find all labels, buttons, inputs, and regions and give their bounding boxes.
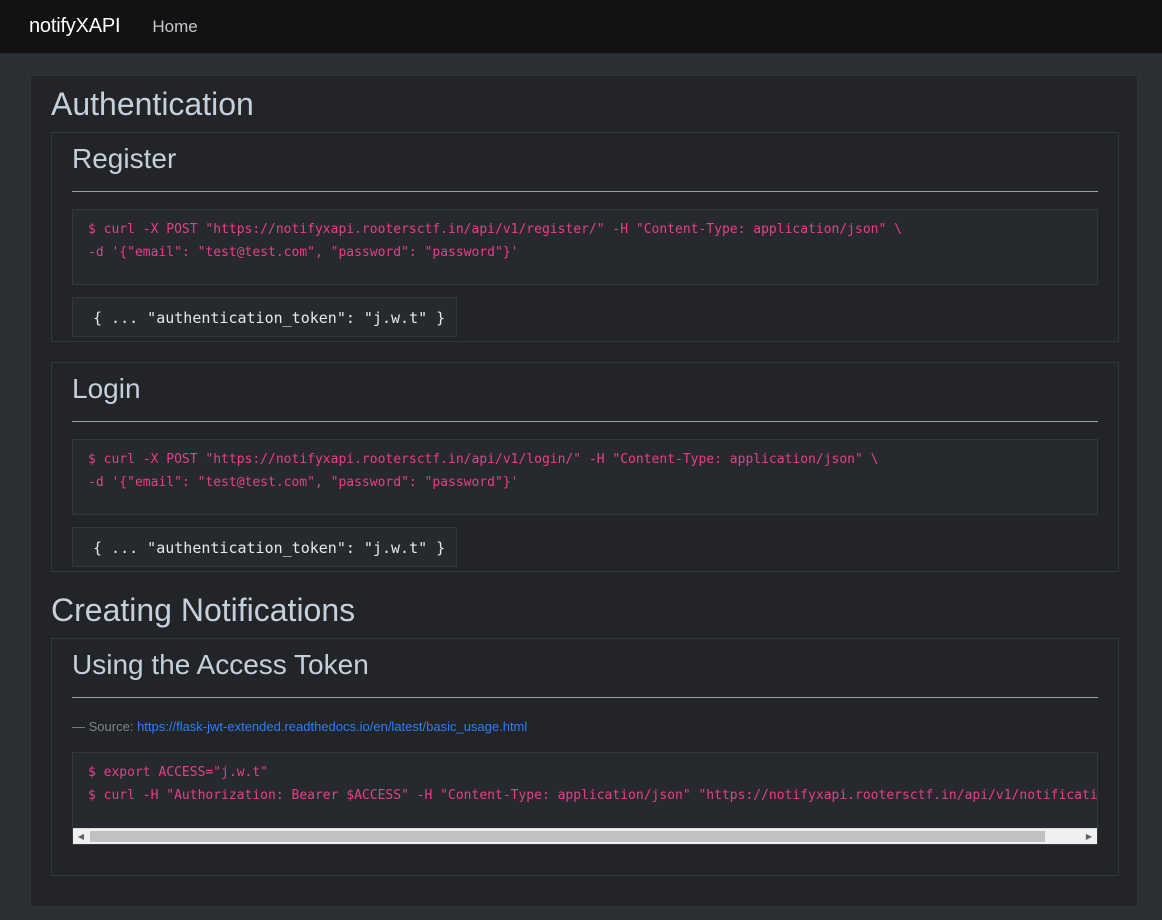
- login-title: Login: [72, 373, 141, 404]
- scroll-left-icon[interactable]: ◀: [73, 829, 89, 844]
- source-link[interactable]: https://flask-jwt-extended.readthedocs.i…: [137, 719, 527, 734]
- main-container: Authentication Register $ curl -X POST "…: [30, 75, 1138, 907]
- access-token-code-block[interactable]: $ export ACCESS="j.w.t" $ curl -H "Author…: [72, 752, 1098, 845]
- login-card: Login $ curl -X POST "https://notifyxapi…: [51, 362, 1119, 572]
- access-token-divider: [72, 697, 1098, 698]
- creating-notifications-heading: Creating Notifications: [51, 592, 356, 628]
- register-code-block[interactable]: $ curl -X POST "https://notifyxapi.roote…: [72, 209, 1098, 285]
- login-code-line: $ curl -X POST "https://notifyxapi.roote…: [88, 452, 879, 467]
- source-dash: —: [72, 719, 85, 734]
- authentication-heading: Authentication: [51, 86, 254, 122]
- register-response: { ... "authentication_token": "j.w.t" }: [72, 297, 457, 337]
- horizontal-scrollbar[interactable]: ◀ ▶: [73, 828, 1097, 844]
- register-title: Register: [72, 143, 177, 174]
- access-token-card: Using the Access Token — Source: https:/…: [51, 638, 1119, 876]
- register-code-line: $ curl -X POST "https://notifyxapi.roote…: [88, 222, 902, 237]
- access-code-line: $ export ACCESS="j.w.t": [88, 765, 269, 780]
- navbar: notifyXAPI Home: [0, 0, 1162, 54]
- login-code-block[interactable]: $ curl -X POST "https://notifyxapi.roote…: [72, 439, 1098, 515]
- brand-link[interactable]: notifyXAPI: [29, 15, 121, 38]
- access-token-title: Using the Access Token: [72, 649, 369, 680]
- access-code-line: $ curl -H "Authorization: Bearer $ACCESS…: [88, 788, 1098, 803]
- nav-home-link[interactable]: Home: [152, 17, 197, 37]
- register-card: Register $ curl -X POST "https://notifyx…: [51, 132, 1119, 342]
- login-divider: [72, 421, 1098, 422]
- login-code-line: -d '{"email": "test@test.com", "password…: [88, 475, 519, 490]
- register-code-line: -d '{"email": "test@test.com", "password…: [88, 245, 519, 260]
- source-label: Source:: [88, 719, 134, 734]
- source-citation: — Source: https://flask-jwt-extended.rea…: [72, 719, 527, 734]
- scrollbar-thumb[interactable]: [90, 831, 1045, 842]
- register-divider: [72, 191, 1098, 192]
- login-response: { ... "authentication_token": "j.w.t" }: [72, 527, 457, 567]
- scroll-right-icon[interactable]: ▶: [1081, 829, 1097, 844]
